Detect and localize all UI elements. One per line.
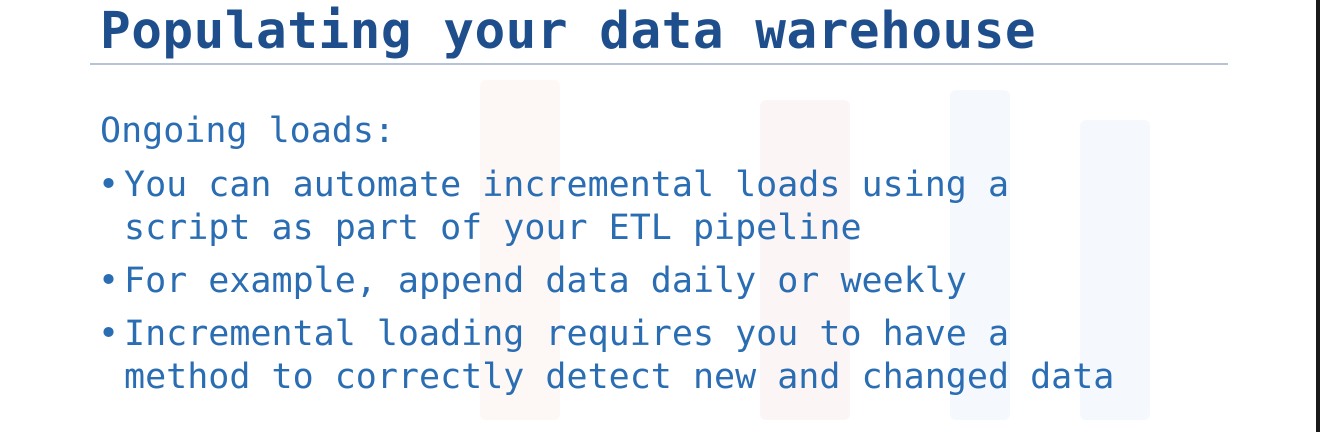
bullet-text: You can automate incremental loads using… <box>124 165 1010 248</box>
slide: Populating your data warehouse Ongoing l… <box>0 0 1320 432</box>
slide-title: Populating your data warehouse <box>100 2 1037 61</box>
section-subheading: Ongoing loads: <box>100 111 396 151</box>
window-edge <box>1316 0 1320 432</box>
bullet-item: • For example, append data daily or week… <box>98 260 1278 303</box>
title-divider <box>90 63 1228 65</box>
bullet-item: • Incremental loading requires you to ha… <box>98 313 1278 399</box>
bullet-dot-icon: • <box>98 314 120 354</box>
bullet-item: • You can automate incremental loads usi… <box>98 164 1278 250</box>
bullet-dot-icon: • <box>98 261 120 301</box>
bullet-text: For example, append data daily or weekly <box>124 261 967 301</box>
bullet-text: Incremental loading requires you to have… <box>124 314 1115 397</box>
bullet-dot-icon: • <box>98 165 120 205</box>
bullet-list: • You can automate incremental loads usi… <box>98 164 1278 409</box>
